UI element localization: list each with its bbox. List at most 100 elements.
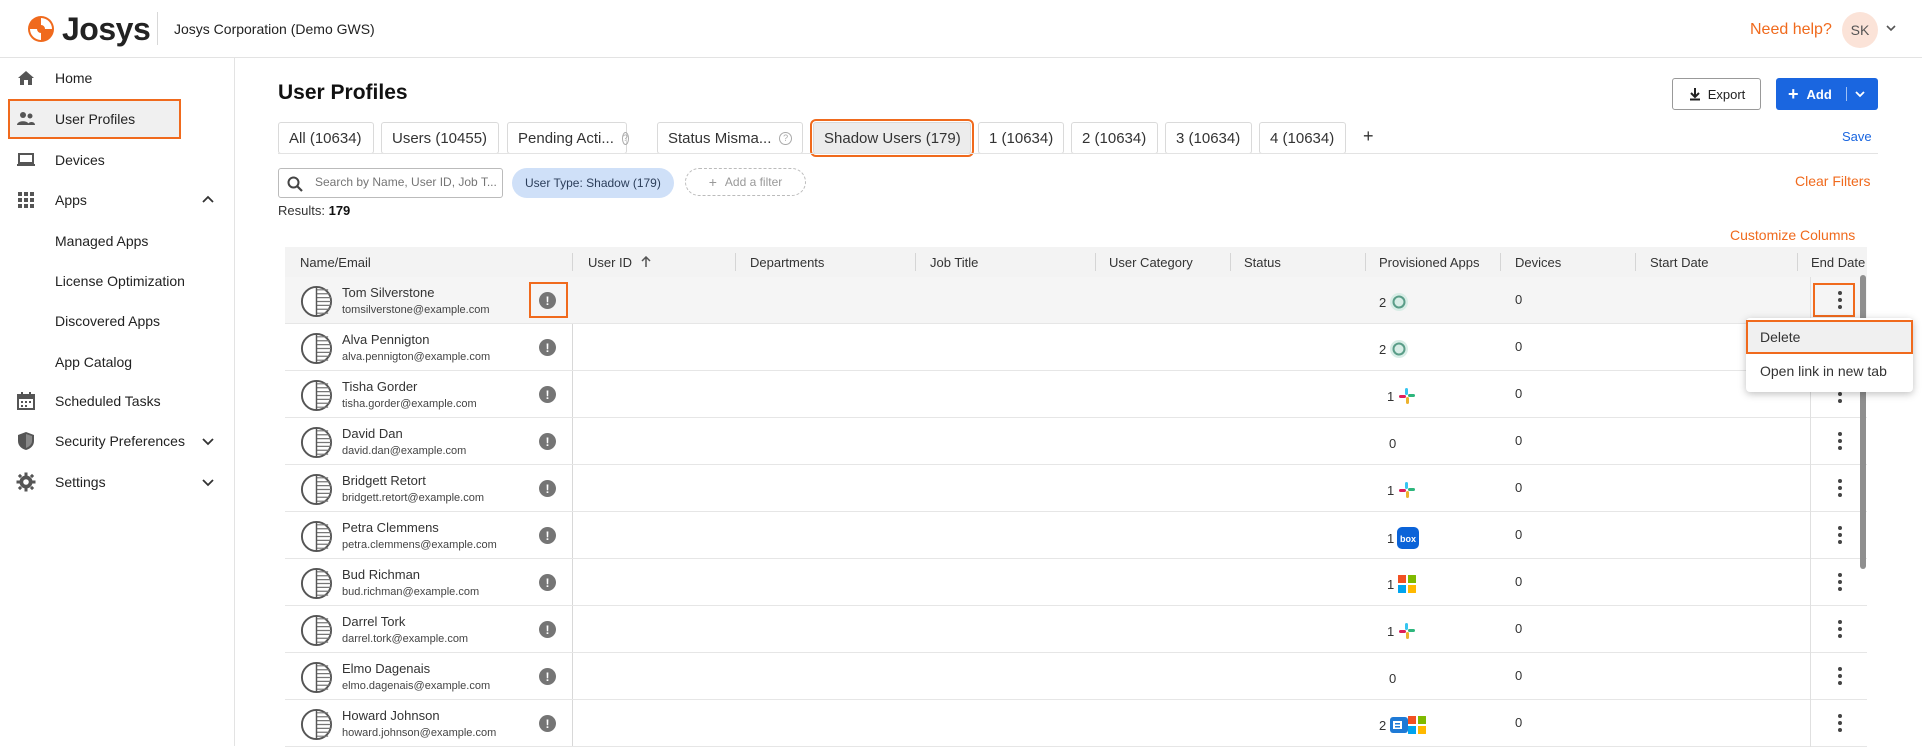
provisioned-apps-cell[interactable]: 1 box xyxy=(1387,527,1420,549)
menu-item-open-new-tab[interactable]: Open link in new tab xyxy=(1746,354,1913,388)
table-row[interactable]: Howard Johnson howard.johnson@example.co… xyxy=(285,700,1867,747)
need-help-link[interactable]: Need help? xyxy=(1750,21,1832,39)
provisioned-apps-cell[interactable]: 0 xyxy=(1389,436,1396,451)
filter-chip-user-type[interactable]: User Type: Shadow (179) xyxy=(512,168,674,198)
user-name[interactable]: Petra Clemmens xyxy=(342,520,439,535)
sidebar-item-security-preferences[interactable]: Security Preferences xyxy=(0,421,234,461)
add-filter-button[interactable]: + Add a filter xyxy=(685,168,806,196)
user-name[interactable]: Tom Silverstone xyxy=(342,285,434,300)
sidebar-subitem-app-catalog[interactable]: App Catalog xyxy=(55,354,132,370)
help-icon[interactable]: ? xyxy=(621,131,629,145)
more-actions-icon[interactable] xyxy=(1830,665,1850,687)
column-header-user-category[interactable]: User Category xyxy=(1109,255,1193,270)
column-header-name-email[interactable]: Name/Email xyxy=(300,255,371,270)
sidebar-item-settings[interactable]: Settings xyxy=(0,462,234,502)
table-row[interactable]: Darrel Tork darrel.tork@example.com ! 1 … xyxy=(285,606,1867,653)
table-row[interactable]: Tisha Gorder tisha.gorder@example.com ! … xyxy=(285,371,1867,418)
user-name[interactable]: Tisha Gorder xyxy=(342,379,417,394)
provisioned-apps-cell[interactable]: 1 xyxy=(1387,621,1417,641)
column-header-job-title[interactable]: Job Title xyxy=(930,255,978,270)
alert-icon[interactable]: ! xyxy=(539,292,556,309)
user-name[interactable]: Alva Pennigton xyxy=(342,332,429,347)
tab-view-3[interactable]: 3 (10634) xyxy=(1165,122,1252,154)
add-button[interactable]: + Add xyxy=(1776,78,1878,110)
alert-icon[interactable]: ! xyxy=(539,480,556,497)
tab-view-4[interactable]: 4 (10634) xyxy=(1259,122,1346,154)
column-header-end-date[interactable]: End Date xyxy=(1811,255,1865,270)
table-row[interactable]: Bridgett Retort bridgett.retort@example.… xyxy=(285,465,1867,512)
export-button[interactable]: Export xyxy=(1672,78,1761,110)
more-actions-icon[interactable] xyxy=(1830,289,1850,311)
provisioned-apps-cell[interactable]: 1 xyxy=(1387,574,1417,594)
alert-icon[interactable]: ! xyxy=(539,386,556,403)
alert-icon[interactable]: ! xyxy=(539,668,556,685)
sidebar-subitem-license-optimization[interactable]: License Optimization xyxy=(55,273,185,289)
tab-pending-actions[interactable]: Pending Acti...? xyxy=(507,122,629,154)
sidebar-subitem-discovered-apps[interactable]: Discovered Apps xyxy=(55,313,160,329)
table-row[interactable]: Alva Pennigton alva.pennigton@example.co… xyxy=(285,324,1867,371)
column-header-start-date[interactable]: Start Date xyxy=(1650,255,1709,270)
more-actions-icon[interactable] xyxy=(1830,712,1850,734)
provisioned-apps-cell[interactable]: 2 xyxy=(1379,292,1409,312)
sidebar-item-devices[interactable]: Devices xyxy=(0,140,234,180)
column-header-status[interactable]: Status xyxy=(1244,255,1281,270)
chevron-down-icon[interactable] xyxy=(201,434,215,448)
user-name[interactable]: Bridgett Retort xyxy=(342,473,426,488)
alert-icon[interactable]: ! xyxy=(539,574,556,591)
chevron-down-icon[interactable] xyxy=(201,475,215,489)
more-actions-icon[interactable] xyxy=(1830,571,1850,593)
more-actions-icon[interactable] xyxy=(1830,430,1850,452)
provisioned-apps-cell[interactable]: 1 xyxy=(1387,480,1417,500)
tab-view-1[interactable]: 1 (10634) xyxy=(978,122,1064,154)
table-row[interactable]: David Dan david.dan@example.com ! 0 0 xyxy=(285,418,1867,465)
more-actions-icon[interactable] xyxy=(1830,524,1850,546)
sort-ascending-icon[interactable] xyxy=(640,255,652,268)
sidebar-item-user-profiles[interactable]: User Profiles xyxy=(8,99,181,139)
user-avatar[interactable]: SK xyxy=(1842,12,1878,48)
save-view-link[interactable]: Save xyxy=(1842,129,1872,144)
column-header-departments[interactable]: Departments xyxy=(750,255,824,270)
table-row[interactable]: Tom Silverstone tomsilverstone@example.c… xyxy=(285,277,1867,324)
user-name[interactable]: Elmo Dagenais xyxy=(342,661,430,676)
tab-users[interactable]: Users (10455) xyxy=(381,122,499,154)
sidebar-subitem-managed-apps[interactable]: Managed Apps xyxy=(55,233,148,249)
table-row[interactable]: Elmo Dagenais elmo.dagenais@example.com … xyxy=(285,653,1867,700)
provisioned-apps-cell[interactable]: 2 xyxy=(1379,339,1409,359)
customize-columns-link[interactable]: Customize Columns xyxy=(1730,227,1855,243)
add-tab-button[interactable]: + xyxy=(1363,126,1374,147)
chevron-down-icon[interactable] xyxy=(1855,89,1865,99)
search-field[interactable] xyxy=(278,168,503,198)
column-header-devices[interactable]: Devices xyxy=(1515,255,1561,270)
josys-logo[interactable]: Josys xyxy=(26,11,151,47)
table-row[interactable]: Petra Clemmens petra.clemmens@example.co… xyxy=(285,512,1867,559)
help-icon[interactable]: ? xyxy=(779,131,792,145)
sidebar-item-apps[interactable]: Apps xyxy=(0,180,234,220)
alert-icon[interactable]: ! xyxy=(539,715,556,732)
more-actions-icon[interactable] xyxy=(1830,618,1850,640)
alert-icon[interactable]: ! xyxy=(539,621,556,638)
more-actions-icon[interactable] xyxy=(1830,477,1850,499)
table-row[interactable]: Bud Richman bud.richman@example.com ! 1 … xyxy=(285,559,1867,606)
user-name[interactable]: Howard Johnson xyxy=(342,708,440,723)
tab-status-mismatch[interactable]: Status Misma...? xyxy=(657,122,803,154)
menu-item-delete[interactable]: Delete xyxy=(1746,320,1913,354)
search-input[interactable] xyxy=(315,175,497,189)
provisioned-apps-cell[interactable]: 1 xyxy=(1387,386,1417,406)
alert-icon[interactable]: ! xyxy=(539,433,556,450)
tab-all[interactable]: All (10634) xyxy=(278,122,374,154)
provisioned-apps-cell[interactable]: 2 xyxy=(1379,715,1427,735)
column-header-user-id[interactable]: User ID xyxy=(588,255,652,270)
sidebar-item-home[interactable]: Home xyxy=(0,58,234,98)
user-name[interactable]: Bud Richman xyxy=(342,567,420,582)
tab-shadow-users[interactable]: Shadow Users (179) xyxy=(810,119,974,157)
sidebar-item-scheduled-tasks[interactable]: Scheduled Tasks xyxy=(0,381,234,421)
clear-filters-link[interactable]: Clear Filters xyxy=(1795,173,1870,189)
alert-icon[interactable]: ! xyxy=(539,339,556,356)
tab-view-2[interactable]: 2 (10634) xyxy=(1071,122,1158,154)
user-name[interactable]: David Dan xyxy=(342,426,403,441)
column-header-provisioned-apps[interactable]: Provisioned Apps xyxy=(1379,255,1479,270)
chevron-up-icon[interactable] xyxy=(201,193,215,207)
chevron-down-icon[interactable] xyxy=(1885,22,1897,34)
provisioned-apps-cell[interactable]: 0 xyxy=(1389,671,1396,686)
user-name[interactable]: Darrel Tork xyxy=(342,614,405,629)
